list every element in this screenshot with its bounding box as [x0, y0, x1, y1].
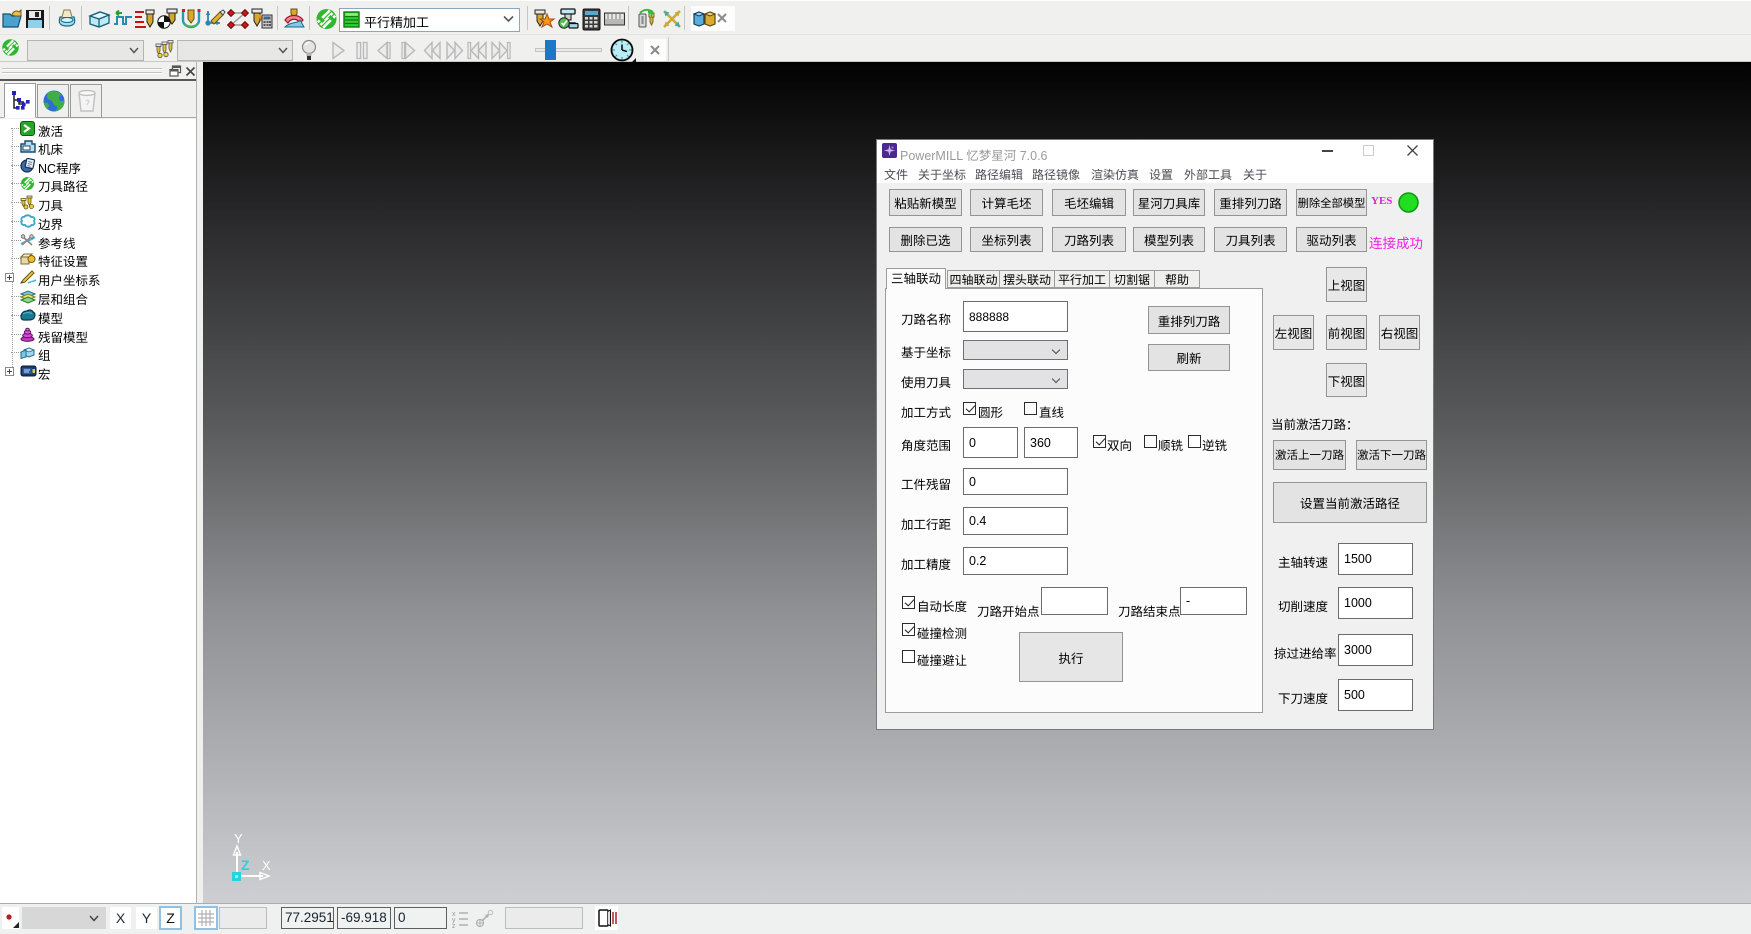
svg-text:X: X [262, 858, 271, 873]
svg-text:Y: Y [234, 831, 243, 846]
svg-text:Z: Z [241, 857, 250, 873]
svg-text:z: z [452, 923, 456, 929]
